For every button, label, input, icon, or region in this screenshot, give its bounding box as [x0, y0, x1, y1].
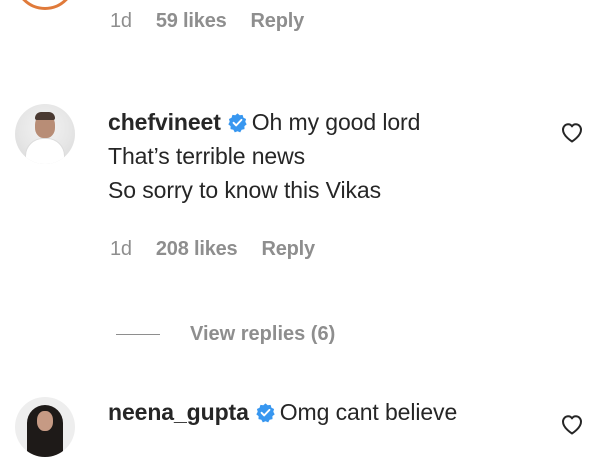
likes-count-button[interactable]: 59 likes: [156, 10, 227, 33]
verified-badge-icon: [256, 403, 275, 423]
avatar-face: [37, 411, 53, 431]
avatar[interactable]: [15, 397, 75, 457]
comment-text: So sorry to know this Vikas: [108, 177, 381, 203]
comment-time: 1d: [110, 238, 132, 260]
reply-button[interactable]: Reply: [261, 238, 315, 261]
avatar-figure: [25, 138, 65, 164]
comment-text: That’s terrible news: [108, 143, 305, 169]
avatar-hair: [35, 112, 55, 120]
view-replies-label[interactable]: View replies (6): [190, 323, 335, 346]
reply-button[interactable]: Reply: [251, 10, 305, 33]
comment-time: 1d: [110, 10, 132, 32]
comment-first-line: neena_gupta Omg cant believe: [108, 398, 457, 426]
comment-first-line: chefvineet Oh my good lord: [108, 108, 420, 136]
previous-commenter-avatar[interactable]: [14, 0, 76, 10]
view-replies-button[interactable]: View replies (6): [116, 323, 335, 346]
previous-comment-meta: 1d 59 likes Reply: [110, 10, 328, 33]
comment-meta: 1d 208 likes Reply: [110, 238, 339, 261]
likes-count-button[interactable]: 208 likes: [156, 238, 238, 261]
heart-icon[interactable]: [560, 413, 584, 435]
avatar[interactable]: [15, 104, 75, 164]
username-link[interactable]: chefvineet: [108, 109, 221, 135]
comment-text: Oh my good lord: [251, 109, 421, 135]
comment-text: Omg cant believe: [279, 399, 458, 425]
username-link[interactable]: neena_gupta: [108, 399, 249, 425]
heart-icon[interactable]: [560, 121, 584, 143]
verified-badge-icon: [228, 113, 247, 133]
divider: [116, 334, 160, 335]
